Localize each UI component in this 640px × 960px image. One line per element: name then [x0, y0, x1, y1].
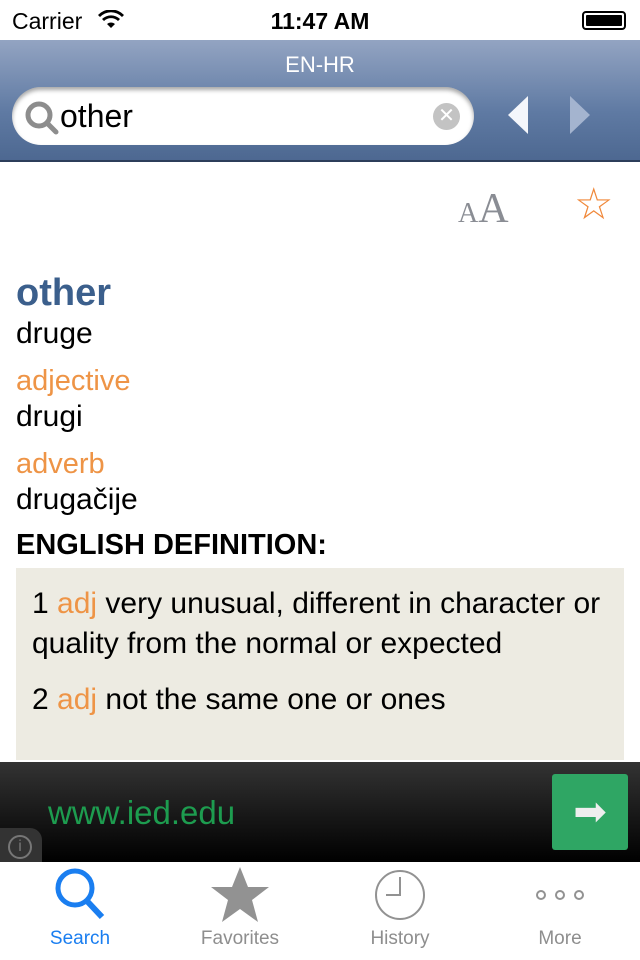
- tab-history[interactable]: History: [320, 862, 480, 960]
- headword: other: [16, 272, 111, 314]
- arrow-right-icon: ➡: [573, 790, 607, 834]
- tab-label: Search: [49, 928, 111, 949]
- translation: drugačije: [16, 483, 138, 516]
- tab-label: More: [538, 928, 582, 949]
- next-word-button[interactable]: [570, 96, 590, 134]
- definition-item: 2 adj not the same one or ones: [32, 680, 608, 720]
- search-input[interactable]: [60, 95, 430, 137]
- status-bar: Carrier 11:47 AM: [0, 0, 640, 40]
- translation: druge: [16, 317, 93, 350]
- definition-header: ENGLISH DEFINITION:: [16, 529, 327, 561]
- dictionary-entry: other druge adjective drugi adverb druga…: [16, 272, 624, 760]
- definition-item: 1 adj very unusual, different in charact…: [32, 584, 608, 664]
- clock-icon: [375, 870, 425, 920]
- definition-text: not the same one or ones: [105, 683, 446, 716]
- navigation-bar: EN-HR ✕: [0, 40, 640, 162]
- previous-word-button[interactable]: [508, 96, 528, 134]
- info-icon: i: [8, 835, 32, 859]
- tab-bar: Search Favorites History More: [0, 862, 640, 960]
- search-icon: [55, 868, 105, 920]
- tab-favorites[interactable]: Favorites: [160, 862, 320, 960]
- font-small-label: A: [458, 198, 479, 229]
- definition-pos: adj: [57, 683, 98, 716]
- tab-label: History: [370, 928, 430, 949]
- tab-label: Favorites: [200, 928, 280, 949]
- favorite-star-icon[interactable]: ☆: [574, 183, 613, 227]
- definition-number: 1: [32, 587, 49, 620]
- ad-go-button[interactable]: ➡: [552, 774, 628, 850]
- ad-url[interactable]: www.ied.edu: [48, 794, 235, 832]
- star-icon: [211, 867, 269, 922]
- definition-number: 2: [32, 683, 49, 716]
- font-large-label: A: [478, 186, 509, 232]
- tab-search[interactable]: Search: [0, 862, 160, 960]
- definitions-box: 1 adj very unusual, different in charact…: [16, 568, 624, 760]
- font-size-button[interactable]: AA: [458, 185, 509, 233]
- tab-more[interactable]: More: [480, 862, 640, 960]
- dictionary-title: EN-HR: [285, 52, 355, 77]
- ad-info-button[interactable]: i: [0, 828, 42, 862]
- ad-banner[interactable]: www.ied.edu ➡ i: [0, 762, 640, 862]
- translation: drugi: [16, 400, 83, 433]
- more-icon: [536, 890, 584, 900]
- clear-search-button[interactable]: ✕: [433, 103, 460, 130]
- search-icon: [25, 101, 59, 135]
- definition-pos: adj: [57, 587, 98, 620]
- definition-text: very unusual, different in character or …: [32, 587, 601, 660]
- clock: 11:47 AM: [270, 8, 370, 34]
- part-of-speech: adjective: [16, 365, 131, 397]
- search-field[interactable]: ✕: [12, 87, 474, 145]
- part-of-speech: adverb: [16, 448, 105, 480]
- battery-icon: [582, 11, 626, 30]
